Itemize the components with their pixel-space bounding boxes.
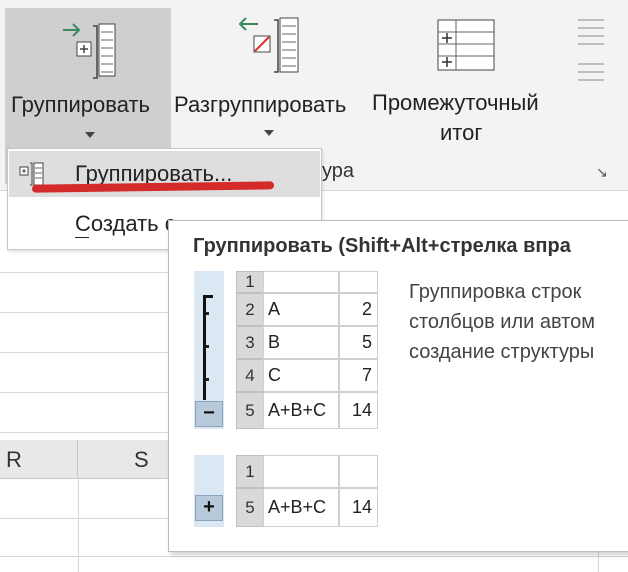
tooltip-description-line: создание структуры — [409, 341, 595, 363]
subtotal-icon — [437, 19, 495, 71]
cell-value: 14 — [339, 392, 378, 429]
tooltip-description: Группировка строк столбцов или автом соз… — [409, 277, 595, 367]
group-name-partial: ура — [322, 160, 355, 182]
cell-value: 2 — [339, 293, 378, 326]
row-header: 1 — [236, 271, 264, 293]
expand-button: + — [195, 495, 223, 521]
row-header: 5 — [236, 488, 264, 527]
row-header: 3 — [236, 326, 264, 359]
column-header-s[interactable]: S — [78, 440, 171, 479]
row-header: 5 — [236, 392, 264, 429]
outline-settings-icon[interactable] — [574, 14, 608, 84]
chevron-down-icon — [85, 132, 95, 138]
group-label: Группировать — [11, 92, 150, 117]
group-icon — [63, 23, 116, 79]
collapse-button: − — [195, 401, 223, 427]
row-header: 2 — [236, 293, 264, 326]
subtotal-label-line1: Промежуточный — [372, 90, 539, 115]
outline-example-illustration: − 1 2 A 2 3 B 5 4 C 7 5 A+B+C 14 + 1 5 A… — [194, 271, 378, 527]
group-rows-icon — [19, 162, 44, 186]
menu-item-auto-outline-label: Создать с — [75, 211, 176, 236]
access-key-underline — [75, 237, 89, 238]
cell-text: A — [263, 293, 339, 326]
row-header: 1 — [236, 455, 264, 488]
cell-value: 14 — [339, 488, 378, 527]
cell-value: 5 — [339, 326, 378, 359]
tooltip-description-line: Группировка строк — [409, 281, 582, 303]
subtotal-label-line2: итог — [440, 120, 483, 145]
row-header: 4 — [236, 359, 264, 392]
cell-text: C — [263, 359, 339, 392]
tooltip-title: Группировать (Shift+Alt+стрелка впра — [193, 235, 571, 257]
group-tooltip: Группировать (Shift+Alt+стрелка впра − 1… — [168, 220, 628, 552]
tooltip-description-line: столбцов или автом — [409, 311, 595, 333]
cell-text: A+B+C — [263, 392, 339, 429]
dialog-launcher-icon[interactable]: ↘ — [596, 164, 608, 181]
ungroup-icon — [238, 17, 299, 73]
ungroup-label: Разгруппировать — [174, 92, 347, 117]
cell-value: 7 — [339, 359, 378, 392]
column-header-r[interactable]: R — [0, 440, 78, 479]
chevron-down-icon — [264, 130, 274, 136]
cell-text: B — [263, 326, 339, 359]
cell-text: A+B+C — [263, 488, 339, 527]
